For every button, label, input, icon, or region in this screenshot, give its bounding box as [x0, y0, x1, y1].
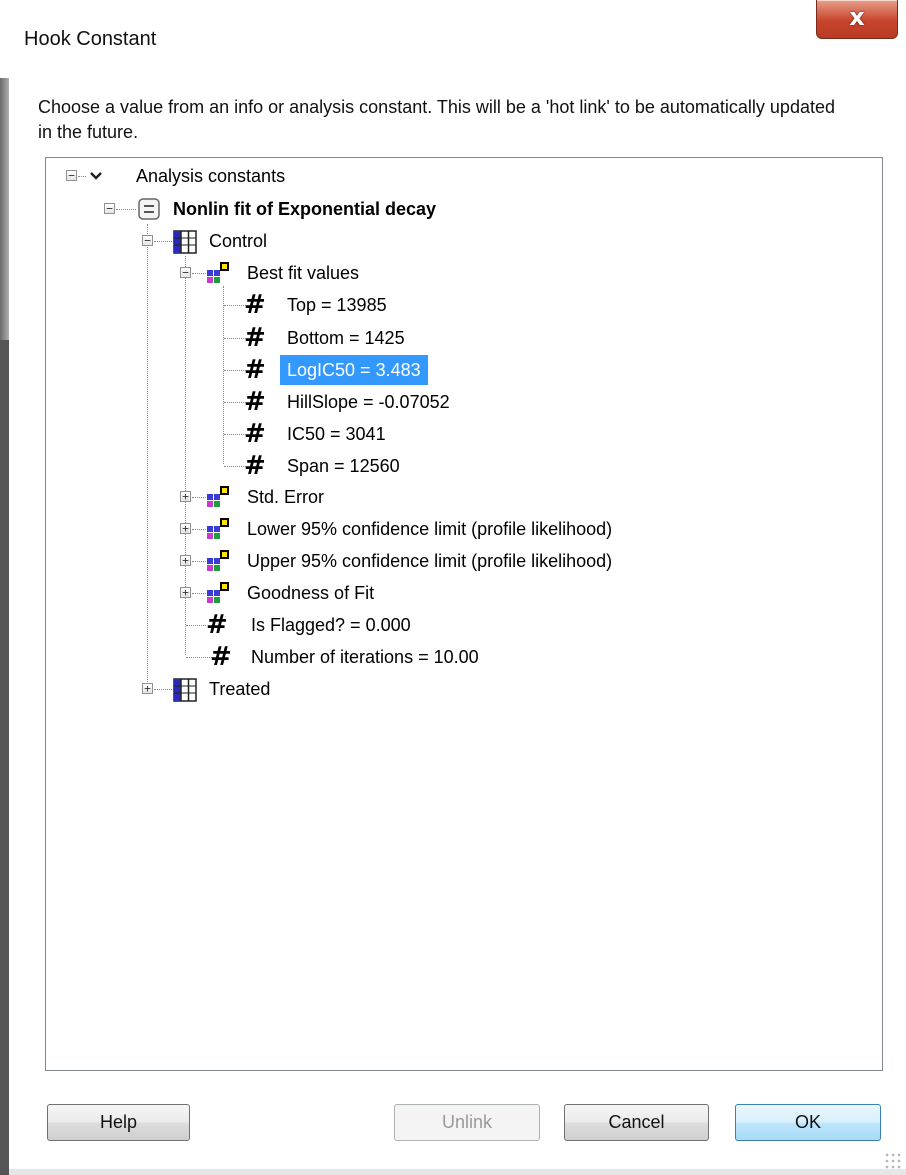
- tree-item-label: Nonlin fit of Exponential decay: [173, 199, 437, 219]
- tree-item-label: Goodness of Fit: [247, 583, 375, 603]
- hash-icon: #: [244, 355, 266, 385]
- data-table-icon: [171, 673, 201, 705]
- tree-item-value[interactable]: # IC50 = 3041: [46, 418, 876, 450]
- tree-connector: [192, 273, 206, 274]
- tree-connector: [192, 561, 206, 562]
- hash-icon: #: [244, 323, 266, 353]
- tree-item-label: Analysis constants: [136, 166, 286, 186]
- tree-connector: [192, 529, 206, 530]
- instruction-text: Choose a value from an info or analysis …: [38, 97, 835, 142]
- expand-collapse-toggle[interactable]: −: [104, 203, 115, 214]
- tree-item-value[interactable]: # Bottom = 1425: [46, 322, 876, 354]
- expand-collapse-toggle[interactable]: +: [142, 683, 153, 694]
- close-icon: x: [849, 3, 865, 31]
- tree-connector: [224, 338, 246, 339]
- tree-item-label: HillSlope = -0.07052: [287, 392, 450, 412]
- tree-connector: [224, 370, 246, 371]
- tree-item-lower-95-ci[interactable]: + Lower 95% confidence limit (profile li…: [46, 513, 876, 545]
- colored-squares-icon: [206, 257, 238, 289]
- tree-item-label: IC50 = 3041: [287, 424, 386, 444]
- hash-icon: #: [244, 419, 266, 449]
- tree-item-value[interactable]: # Top = 13985: [46, 289, 876, 321]
- help-button[interactable]: Help: [47, 1104, 190, 1141]
- hash-icon: #: [210, 642, 232, 672]
- tree-item-iterations[interactable]: # Number of iterations = 10.00: [46, 641, 876, 673]
- tree-item-label: Top = 13985: [287, 295, 387, 315]
- tree-connector: [224, 466, 246, 467]
- title-bar[interactable]: Hook Constant x: [0, 0, 906, 78]
- hash-icon: #: [244, 290, 266, 320]
- tree-connector: [186, 625, 206, 626]
- tree-connector: [192, 497, 206, 498]
- tree-connector: [78, 176, 86, 177]
- window-left-border-shadow: [0, 340, 9, 1175]
- tree-item-label: Number of iterations = 10.00: [251, 647, 479, 667]
- expand-collapse-toggle[interactable]: +: [180, 491, 191, 502]
- data-table-icon: [171, 225, 201, 257]
- window-bottom-border: [9, 1169, 906, 1175]
- close-button[interactable]: x: [816, 0, 898, 39]
- tree-connector: [224, 402, 246, 403]
- tree-item-goodness-of-fit[interactable]: + Goodness of Fit: [46, 577, 876, 609]
- expand-collapse-toggle[interactable]: +: [180, 587, 191, 598]
- unlink-button[interactable]: Unlink: [394, 1104, 540, 1141]
- tree-item-label: Upper 95% confidence limit (profile like…: [247, 551, 613, 571]
- tree-item-label: Is Flagged? = 0.000: [251, 615, 411, 635]
- tree-item-label: Std. Error: [247, 487, 325, 507]
- hash-icon: #: [244, 387, 266, 417]
- chevron-down-icon: [88, 160, 108, 192]
- expand-collapse-toggle[interactable]: −: [142, 235, 153, 246]
- tree-item-label: Span = 12560: [287, 456, 400, 476]
- ok-button[interactable]: OK: [735, 1104, 881, 1141]
- tree-connector: [186, 657, 212, 658]
- expand-collapse-toggle[interactable]: +: [180, 523, 191, 534]
- tree-connector: [224, 305, 246, 306]
- cancel-button[interactable]: Cancel: [564, 1104, 709, 1141]
- tree-connector: [116, 209, 136, 210]
- tree-item-label: Best fit values: [247, 263, 360, 283]
- tree-item-label: Bottom = 1425: [287, 328, 405, 348]
- tree-item-label: LogIC50 = 3.483: [280, 355, 428, 385]
- tree-item-label: Lower 95% confidence limit (profile like…: [247, 519, 613, 539]
- resize-grip-icon[interactable]: [884, 1152, 902, 1170]
- tree-item-std-error[interactable]: + Std. Error: [46, 481, 876, 513]
- expand-collapse-toggle[interactable]: −: [66, 170, 77, 181]
- analysis-sheet-icon: [136, 193, 166, 225]
- tree-connector: [192, 593, 206, 594]
- tree-item-value[interactable]: # Span = 12560: [46, 450, 876, 482]
- tree-item-label: Treated: [209, 679, 271, 699]
- expand-collapse-toggle[interactable]: −: [180, 267, 191, 278]
- tree-connector: [224, 434, 246, 435]
- hash-icon: #: [244, 451, 266, 481]
- window-title: Hook Constant: [24, 28, 157, 50]
- constants-tree[interactable]: − Analysis constants − Nonlin fit of Exp…: [45, 157, 883, 1071]
- expand-collapse-toggle[interactable]: +: [180, 555, 191, 566]
- tree-item-is-flagged[interactable]: # Is Flagged? = 0.000: [46, 609, 876, 641]
- tree-item-value[interactable]: # HillSlope = -0.07052: [46, 386, 876, 418]
- tree-item-value-selected[interactable]: # LogIC50 = 3.483: [46, 354, 876, 386]
- tree-item-label: Control: [209, 231, 268, 251]
- tree-item-upper-95-ci[interactable]: + Upper 95% confidence limit (profile li…: [46, 545, 876, 577]
- hash-icon: #: [206, 610, 228, 640]
